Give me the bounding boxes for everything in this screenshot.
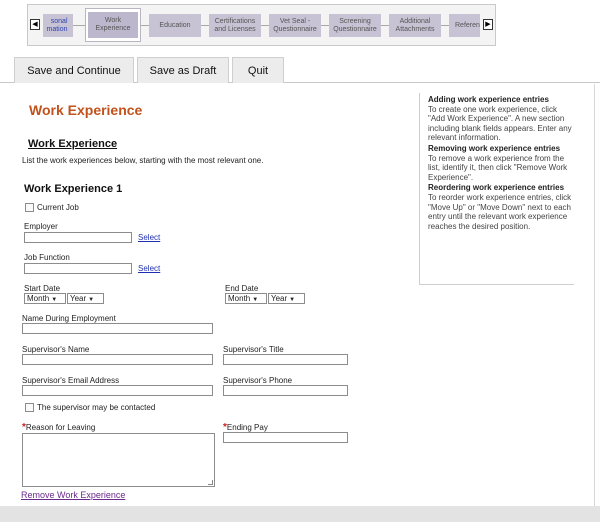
name-during-employment-label: Name During Employment: [22, 314, 116, 323]
start-date-label: Start Date: [24, 284, 61, 293]
help-reorder-body: To reorder work experience entries, clic…: [428, 192, 572, 231]
supervisor-phone-input[interactable]: [223, 385, 348, 396]
section-title: Work Experience: [28, 138, 118, 150]
supervisor-title-label: Supervisor's Title: [223, 345, 284, 354]
job-function-label: Job Function: [24, 253, 70, 262]
page-title: Work Experience: [29, 102, 143, 118]
chevron-down-icon: ▼: [252, 297, 259, 303]
chevron-down-icon: ▼: [289, 297, 296, 303]
help-add-body: To create one work experience, click "Ad…: [428, 104, 572, 143]
wizard-step-education[interactable]: Education: [149, 14, 201, 37]
end-month-select[interactable]: Month ▼: [225, 293, 267, 304]
chevron-down-icon: ▼: [51, 297, 58, 303]
wizard-step-certifications[interactable]: Certifications and Licenses: [209, 14, 261, 37]
wizard-step-work-experience[interactable]: Work Experience: [85, 8, 141, 42]
name-during-employment-input[interactable]: [22, 323, 213, 334]
chevron-down-icon: ▼: [88, 297, 95, 303]
step-wizard: ◀ sonal mation Work Experience Education…: [27, 4, 496, 46]
wizard-connector: [321, 25, 329, 26]
save-as-draft-button[interactable]: Save as Draft: [137, 57, 229, 83]
help-remove-body: To remove a work experience from the lis…: [428, 153, 568, 182]
save-and-continue-button[interactable]: Save and Continue: [14, 57, 134, 83]
start-year-value: Year: [70, 294, 87, 303]
supervisor-phone-label: Supervisor's Phone: [223, 376, 293, 385]
wizard-step-vet-seal[interactable]: Vet Seal - Questionnaire: [269, 14, 321, 37]
wizard-steps: sonal mation Work Experience Education C…: [43, 8, 480, 42]
reason-for-leaving-label: *Reason for Leaving: [22, 422, 95, 433]
start-year-select[interactable]: Year ▼: [67, 293, 104, 304]
section-intro: List the work experiences below, startin…: [22, 156, 264, 165]
help-reorder-title: Reordering work experience entries: [428, 183, 565, 193]
ending-pay-input[interactable]: [223, 432, 348, 443]
wizard-step-label: Work Experience: [88, 12, 138, 38]
wizard-step-personal-information[interactable]: sonal mation: [43, 14, 73, 37]
supervisor-name-label: Supervisor's Name: [22, 345, 90, 354]
supervisor-contact-checkbox[interactable]: [25, 403, 34, 412]
job-function-input[interactable]: [24, 263, 132, 274]
wizard-connector: [381, 25, 389, 26]
reason-for-leaving-text: Reason for Leaving: [25, 423, 96, 432]
wizard-step-attachments[interactable]: Additional Attachments: [389, 14, 441, 37]
wizard-connector: [441, 25, 449, 26]
wizard-step-references[interactable]: Referen: [449, 14, 480, 37]
quit-button[interactable]: Quit: [232, 57, 284, 83]
job-function-select-link[interactable]: Select: [138, 264, 160, 273]
supervisor-email-input[interactable]: [22, 385, 213, 396]
help-add-title: Adding work experience entries: [428, 95, 549, 104]
wizard-connector: [141, 25, 149, 26]
supervisor-name-input[interactable]: [22, 354, 213, 365]
ending-pay-text: Ending Pay: [226, 423, 268, 432]
action-bar: Save and Continue Save as Draft Quit: [0, 57, 600, 83]
start-month-select[interactable]: Month ▼: [24, 293, 66, 304]
employer-input[interactable]: [24, 232, 132, 243]
end-month-value: Month: [228, 294, 251, 303]
wizard-next-arrow[interactable]: ▶: [483, 19, 493, 30]
wizard-connector: [73, 25, 85, 26]
end-year-value: Year: [271, 294, 288, 303]
current-job-label: Current Job: [37, 203, 79, 212]
end-date-label: End Date: [225, 284, 259, 293]
help-panel: Adding work experience entries To create…: [419, 93, 574, 285]
start-month-value: Month: [27, 294, 50, 303]
current-job-checkbox[interactable]: [25, 203, 34, 212]
reason-for-leaving-textarea[interactable]: [22, 433, 215, 487]
wizard-step-screening[interactable]: Screening Questionnaire: [329, 14, 381, 37]
help-remove-title: Removing work experience entries: [428, 143, 561, 153]
wizard-prev-arrow[interactable]: ◀: [30, 19, 40, 30]
entry-title: Work Experience 1: [24, 183, 123, 195]
end-year-select[interactable]: Year ▼: [268, 293, 305, 304]
supervisor-contact-label: The supervisor may be contacted: [37, 403, 156, 412]
wizard-connector: [261, 25, 269, 26]
supervisor-title-input[interactable]: [223, 354, 348, 365]
employer-label: Employer: [24, 222, 58, 231]
employer-select-link[interactable]: Select: [138, 233, 160, 242]
supervisor-email-label: Supervisor's Email Address: [22, 376, 120, 385]
footer-strip: [0, 506, 600, 522]
remove-work-experience-link[interactable]: Remove Work Experience: [21, 490, 125, 500]
wizard-connector: [201, 25, 209, 26]
resize-handle-icon[interactable]: [208, 480, 213, 485]
